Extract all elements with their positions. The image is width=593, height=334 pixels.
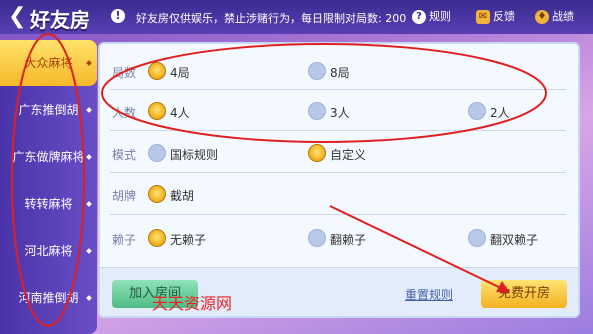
sidebar-item-dazhong[interactable]: 大众麻将 <box>0 40 97 86</box>
radio-selected-icon <box>148 102 166 120</box>
diamond-icon <box>86 248 92 254</box>
radio-selected-icon <box>148 185 166 203</box>
option-label: 3人 <box>330 106 350 120</box>
rounds-label: 局数 <box>112 66 137 80</box>
sidebar-item-label: 转转麻将 <box>24 197 73 211</box>
option-label: 截胡 <box>170 189 195 203</box>
sidebar-item-hebei[interactable]: 河北麻将 <box>0 228 97 274</box>
rules-label: 规则 <box>429 10 451 23</box>
chevron-left-icon[interactable]: ❮ <box>8 6 30 28</box>
radio-selected-icon <box>308 144 326 162</box>
players-label: 人数 <box>112 106 137 120</box>
notice-text: 好友房仅供娱乐，禁止涉赌行为，每日限制对局数: 200 <box>136 12 407 25</box>
radio-icon <box>308 62 326 80</box>
option-label: 自定义 <box>330 148 367 162</box>
divider <box>110 130 566 131</box>
option-label: 翻双赖子 <box>490 233 539 247</box>
divider <box>110 172 566 173</box>
radio-icon <box>148 144 166 162</box>
radio-icon <box>468 229 486 247</box>
question-icon: ? <box>412 10 426 24</box>
create-room-button[interactable]: 免费开房 <box>481 280 567 308</box>
sidebar-item-guangdong-tuidaohu[interactable]: 广东推倒胡 <box>0 87 97 133</box>
game-sidebar: 大众麻将 广东推倒胡 广东做牌麻将 转转麻将 河北麻将 河南推倒胡 <box>0 40 97 334</box>
diamond-icon <box>86 154 92 160</box>
feedback-label: 反馈 <box>493 10 515 23</box>
room-settings-panel: 局数 4局 8局 人数 4人 3人 2人 模式 国标规则 自定义 胡牌 截胡 赖… <box>98 42 580 318</box>
option-label: 2人 <box>490 106 510 120</box>
diamond-icon <box>86 60 92 66</box>
record-label: 战绩 <box>552 10 574 23</box>
sidebar-item-label: 广东做牌麻将 <box>12 150 85 164</box>
rules-button[interactable]: ? 规则 <box>412 8 451 26</box>
mode-label: 模式 <box>112 148 137 162</box>
option-label: 4局 <box>170 66 190 80</box>
radio-icon <box>308 102 326 120</box>
record-button[interactable]: ♦ 战绩 <box>535 8 574 26</box>
option-label: 8局 <box>330 66 350 80</box>
radio-selected-icon <box>148 62 166 80</box>
watermark: 天天资源网 <box>152 294 233 313</box>
sidebar-item-henan-tuidaohu[interactable]: 河南推倒胡 <box>0 275 97 321</box>
page-title: 好友房 <box>30 8 90 32</box>
sidebar-item-label: 大众麻将 <box>24 56 73 70</box>
sidebar-item-label: 广东推倒胡 <box>18 103 79 117</box>
top-bar: ❮ 好友房 ! 好友房仅供娱乐，禁止涉赌行为，每日限制对局数: 200 ? 规则 … <box>0 0 593 34</box>
divider <box>110 89 566 90</box>
radio-selected-icon <box>148 229 166 247</box>
hu-label: 胡牌 <box>112 189 137 203</box>
exclamation-icon: ! <box>111 9 125 23</box>
sidebar-item-guangdong-zuopai[interactable]: 广东做牌麻将 <box>0 134 97 180</box>
sidebar-item-label: 河北麻将 <box>24 244 73 258</box>
feedback-icon: ✉ <box>476 10 490 24</box>
radio-icon <box>468 102 486 120</box>
divider <box>110 214 566 215</box>
wildcard-label: 赖子 <box>112 233 137 247</box>
option-label: 翻赖子 <box>330 233 367 247</box>
diamond-icon <box>86 201 92 207</box>
option-label: 国标规则 <box>170 148 219 162</box>
diamond-icon <box>86 107 92 113</box>
feedback-button[interactable]: ✉ 反馈 <box>476 8 515 26</box>
diamond-icon <box>86 295 92 301</box>
option-label: 无赖子 <box>170 233 207 247</box>
reset-rules-link[interactable]: 重置规则 <box>405 286 453 303</box>
sidebar-item-zhuanzhuan[interactable]: 转转麻将 <box>0 181 97 227</box>
radio-icon <box>308 229 326 247</box>
sidebar-item-label: 河南推倒胡 <box>18 291 79 305</box>
record-icon: ♦ <box>535 10 549 24</box>
option-label: 4人 <box>170 106 190 120</box>
